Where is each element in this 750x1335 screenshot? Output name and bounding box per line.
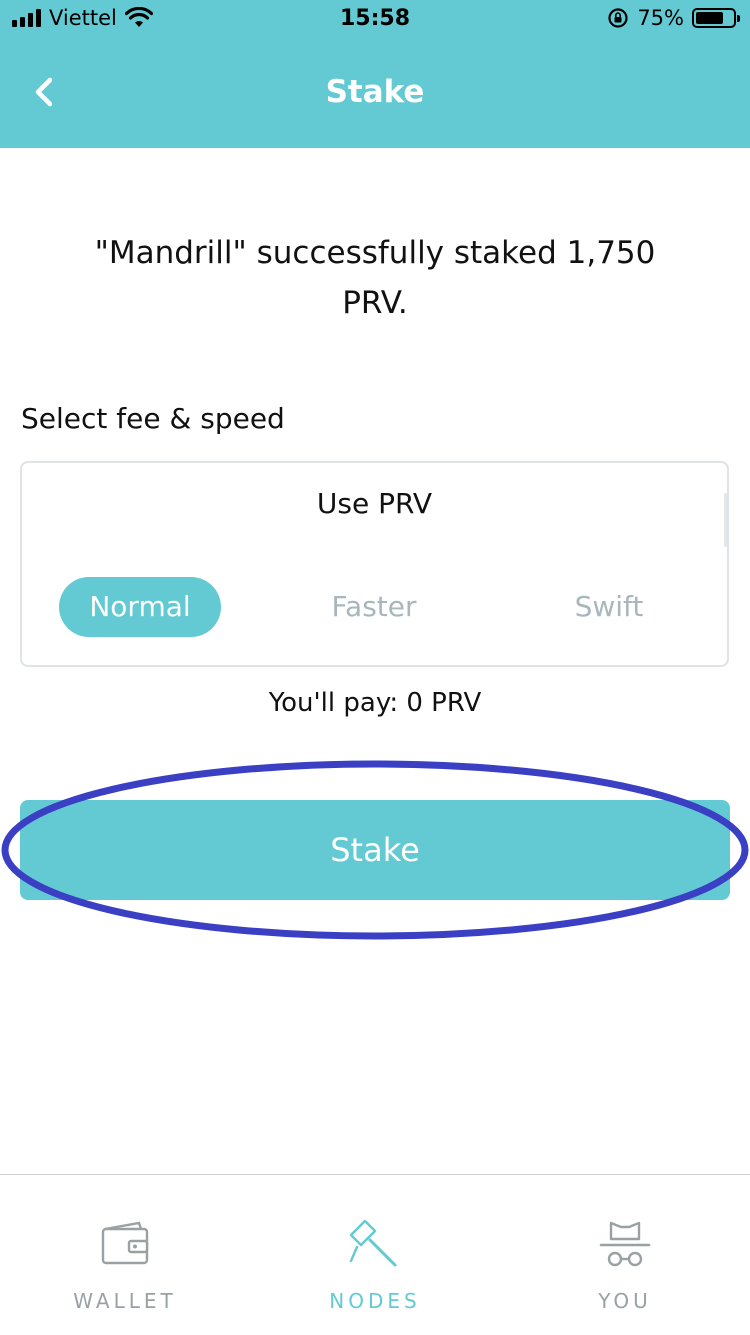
orientation-lock-icon [608, 8, 628, 28]
tab-nodes-label: NODES [329, 1289, 421, 1313]
page-title: Stake [325, 74, 425, 110]
tab-wallet-label: WALLET [73, 1289, 177, 1313]
speed-option-swift[interactable]: Swift [519, 577, 699, 637]
fee-token-title: Use PRV [316, 487, 433, 520]
status-right: 75% [607, 6, 740, 30]
battery-percentage: 75% [637, 6, 684, 30]
incognito-icon [599, 1221, 651, 1267]
tab-nodes[interactable]: NODES [250, 1175, 500, 1335]
fee-card: Use PRV Normal Faster Swift [20, 461, 729, 667]
battery-fill [696, 12, 723, 24]
tab-you-label: YOU [598, 1289, 652, 1313]
speed-option-faster[interactable]: Faster [284, 577, 464, 637]
success-message: "Mandrill" successfully staked 1,750 PRV… [94, 235, 656, 321]
tab-wallet[interactable]: WALLET [0, 1175, 250, 1335]
battery-icon [692, 8, 740, 28]
fee-summary: You'll pay: 0 PRV [268, 688, 482, 718]
fee-section-label: Select fee & speed [21, 402, 285, 435]
tab-bar: WALLET NODES YOU [0, 1174, 750, 1335]
stake-button[interactable]: Stake [20, 800, 730, 900]
tab-you[interactable]: YOU [500, 1175, 750, 1335]
pickaxe-icon [349, 1219, 397, 1267]
wallet-icon [101, 1221, 149, 1265]
status-bar: Viettel 15:58 75% [0, 0, 750, 40]
speed-option-normal[interactable]: Normal [59, 577, 221, 637]
navigation-bar: Stake [0, 40, 750, 148]
